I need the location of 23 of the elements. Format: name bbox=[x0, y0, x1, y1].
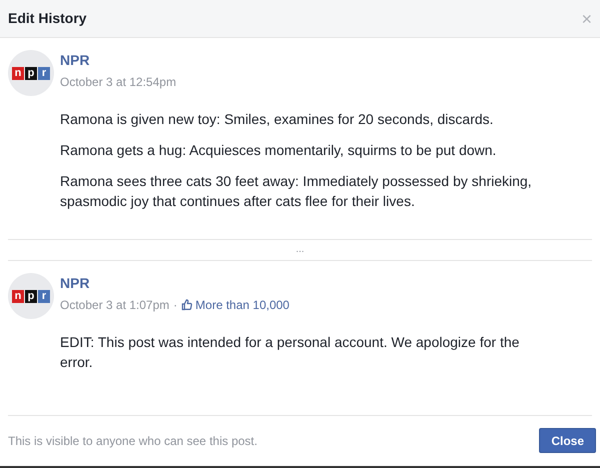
post-date[interactable]: October 3 at 1:07pm bbox=[60, 297, 170, 313]
author-name[interactable]: NPR bbox=[60, 51, 90, 69]
dialog-title: Edit History bbox=[8, 9, 87, 28]
separator: · bbox=[173, 297, 178, 313]
post-paragraph: Ramona is given new toy: Smiles, examines for 20 seconds, discards. bbox=[60, 110, 494, 129]
visibility-note: This is visible to anyone who can see this post. bbox=[8, 432, 258, 450]
logo-letter: r bbox=[38, 290, 50, 302]
close-button[interactable]: Close bbox=[539, 428, 596, 453]
reactions-link[interactable]: More than 10,000 bbox=[195, 297, 290, 313]
logo-letter: n bbox=[12, 66, 24, 80]
thumbs-up-icon bbox=[181, 299, 194, 311]
more-marker[interactable]: ... bbox=[296, 245, 304, 255]
logo-letter: n bbox=[12, 290, 24, 302]
logo-letter: p bbox=[25, 290, 37, 302]
author-name[interactable]: NPR bbox=[60, 274, 90, 292]
logo-letter: r bbox=[38, 66, 50, 80]
post-paragraph: EDIT: This post was intended for a personal account. We apologize for the error. bbox=[60, 333, 520, 372]
avatar[interactable]: n p r bbox=[8, 273, 54, 319]
avatar[interactable]: n p r bbox=[8, 50, 54, 96]
post-paragraph: Ramona sees three cats 30 feet away: Immediately possessed by shrieking, spasmodic joy that continues after cats flee for their lives. bbox=[60, 172, 533, 211]
post-paragraph: Ramona gets a hug: Acquiesces momentarily, squirms to be put down. bbox=[60, 141, 498, 160]
logo-letter: p bbox=[25, 66, 37, 80]
post-date[interactable]: October 3 at 12:54pm bbox=[60, 74, 176, 90]
